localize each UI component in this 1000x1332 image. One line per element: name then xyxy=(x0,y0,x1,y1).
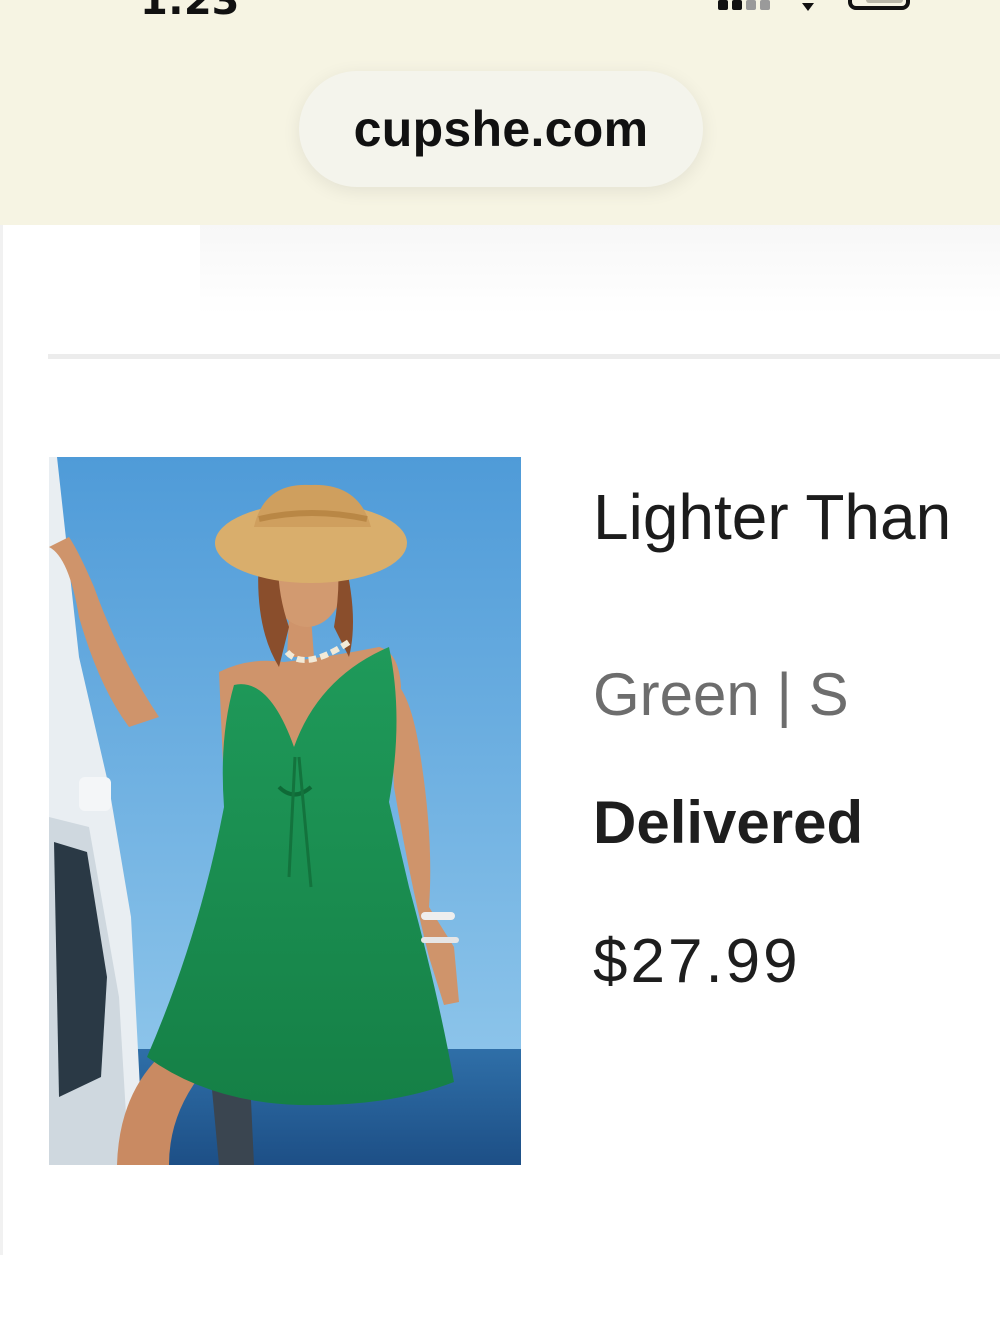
product-variant: Green | S xyxy=(593,661,849,728)
product-price: $27.99 xyxy=(593,927,801,996)
status-time: 1:23 xyxy=(140,0,240,24)
browser-top-bar: 1:23 cupshe.com xyxy=(0,0,1000,225)
delivery-status: Delivered xyxy=(593,789,864,856)
cellular-signal-icon xyxy=(718,0,770,10)
product-image[interactable] xyxy=(49,457,521,1165)
address-bar[interactable]: cupshe.com xyxy=(299,71,703,187)
url-text: cupshe.com xyxy=(353,101,649,157)
battery-icon xyxy=(848,0,910,10)
product-title[interactable]: Lighter Than xyxy=(593,480,951,554)
card-edge xyxy=(0,225,3,1255)
wifi-icon xyxy=(798,0,818,11)
header-shadow xyxy=(200,225,1000,315)
section-divider xyxy=(48,354,1000,359)
